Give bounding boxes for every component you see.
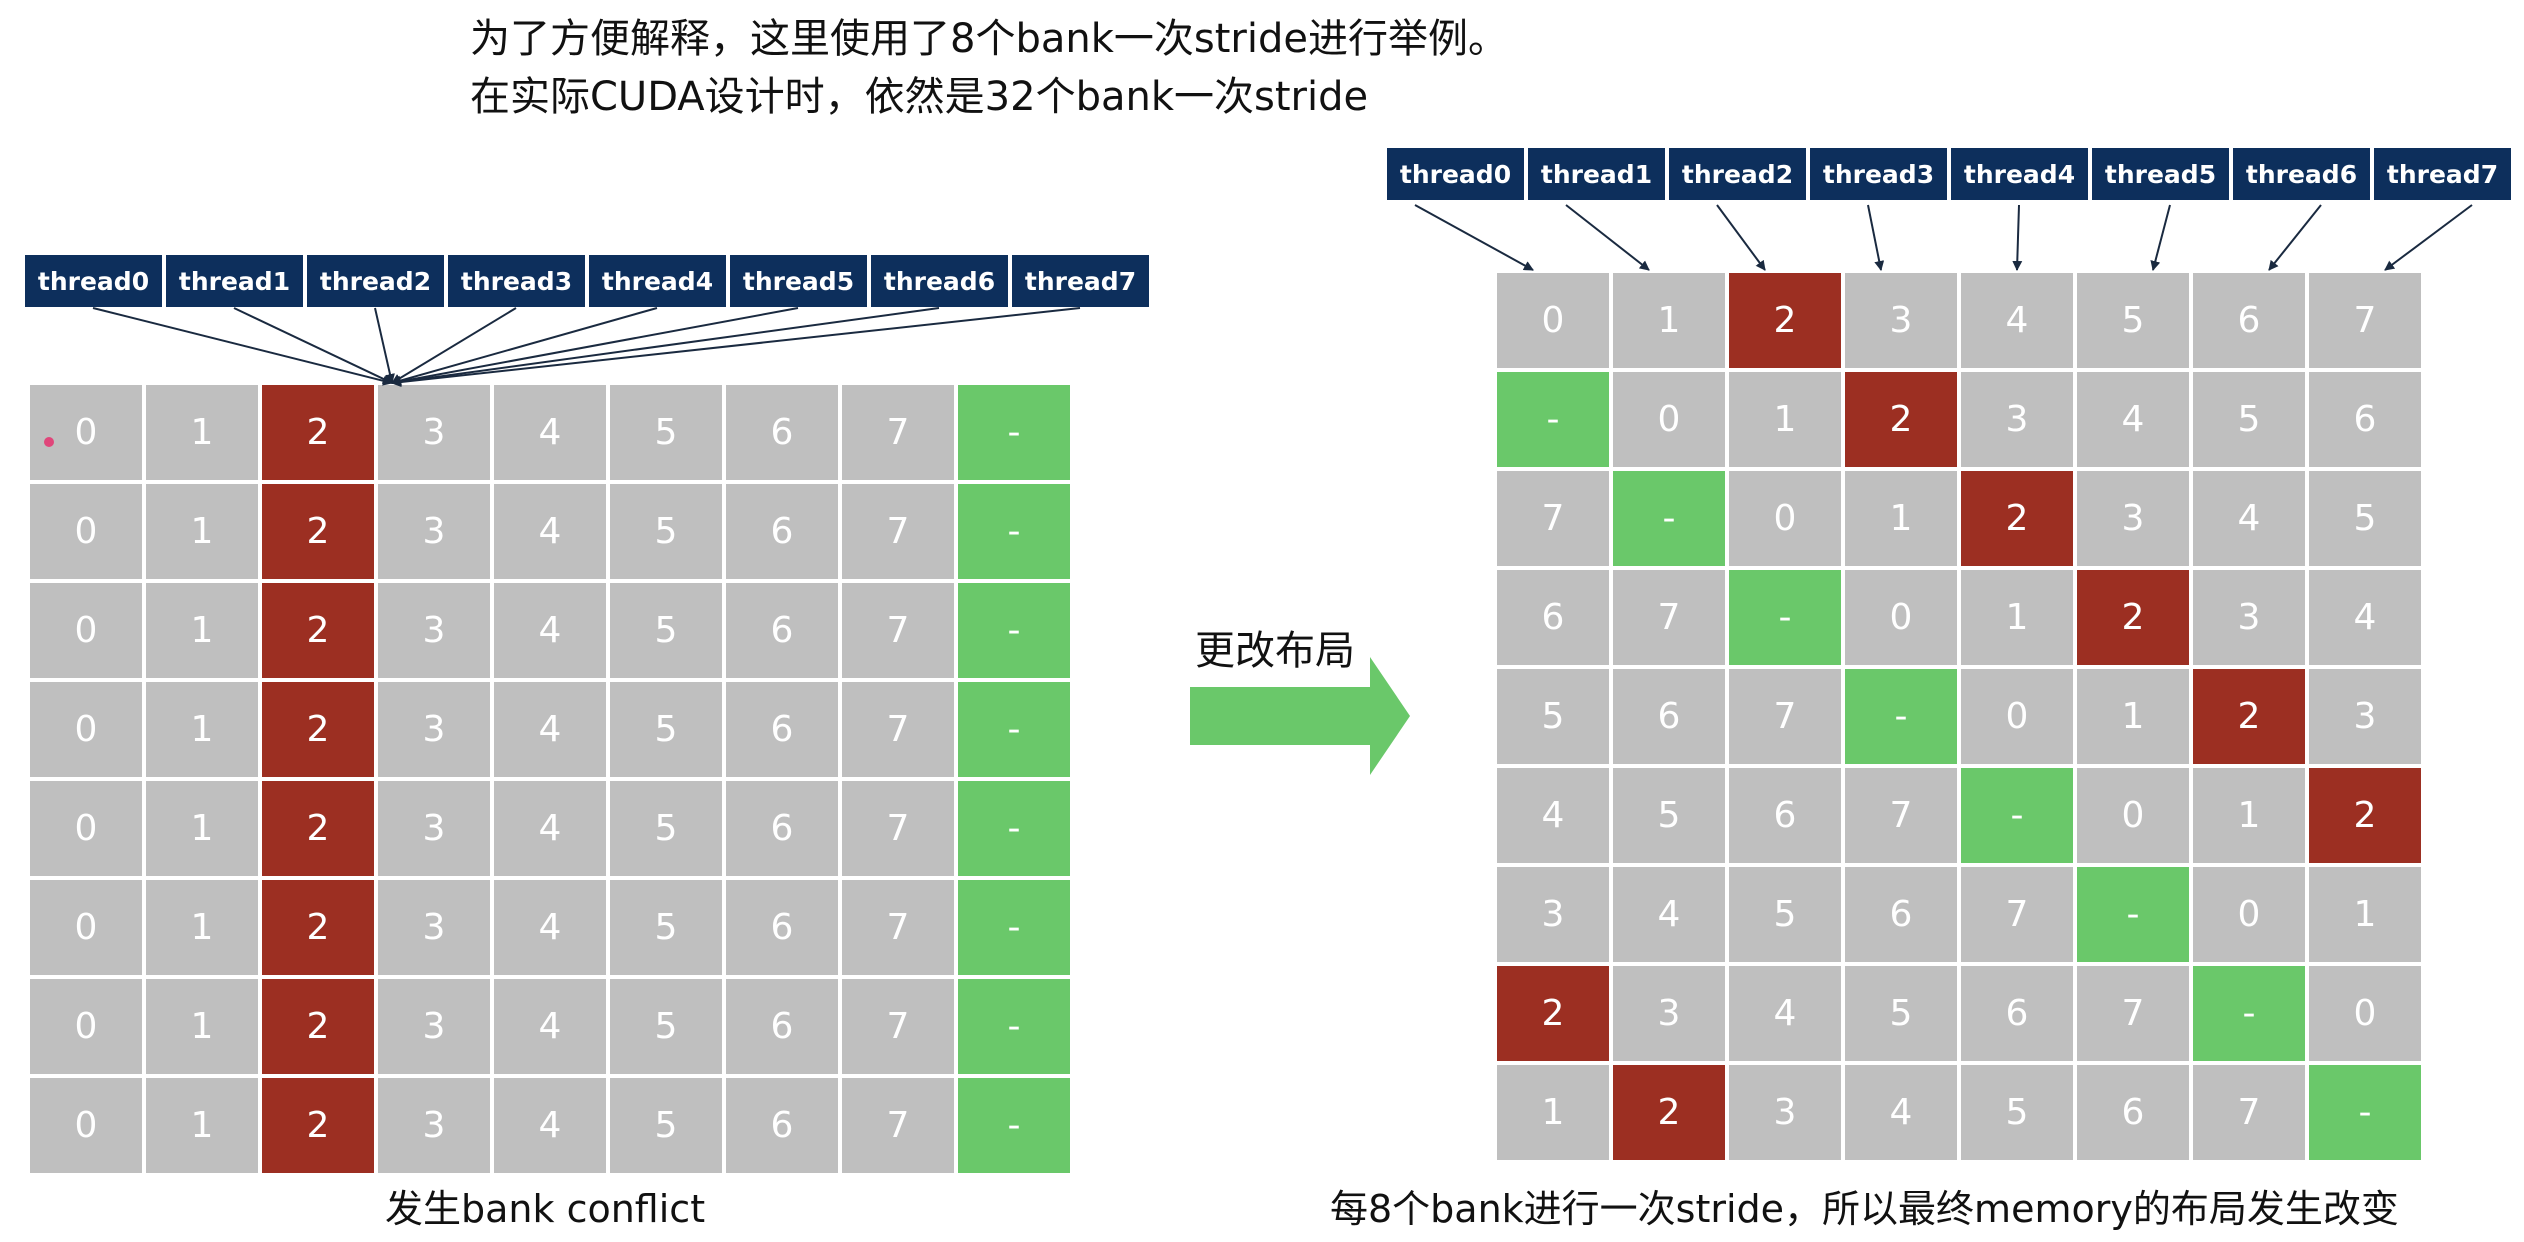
thread-access-arrow: [1716, 204, 1766, 271]
thread-connector-line: [374, 307, 395, 384]
left-caption: 发生bank conflict: [385, 1187, 706, 1231]
thread-access-arrow: [1414, 204, 1534, 271]
right-access-arrows: [1414, 204, 2473, 271]
thread-access-arrow: [2150, 204, 2171, 271]
change-layout-label: 更改布局: [1195, 628, 1355, 674]
right-caption: 每8个bank进行一次stride，所以最终memory的布局发生改变: [1330, 1187, 2399, 1231]
left-conflict-lines: [92, 307, 1081, 387]
thread-access-arrow: [2012, 204, 2023, 271]
thread-connector-line: [391, 307, 940, 387]
thread-access-arrow: [1867, 204, 1885, 271]
thread-connector-line: [233, 307, 393, 384]
thread-access-arrow: [2268, 204, 2322, 271]
pointer-dot: [44, 437, 54, 447]
thread-connector-line: [92, 307, 393, 386]
thread-access-arrow: [2384, 204, 2473, 271]
thread-access-arrow: [1565, 204, 1650, 271]
thread-connector-line: [391, 307, 658, 386]
